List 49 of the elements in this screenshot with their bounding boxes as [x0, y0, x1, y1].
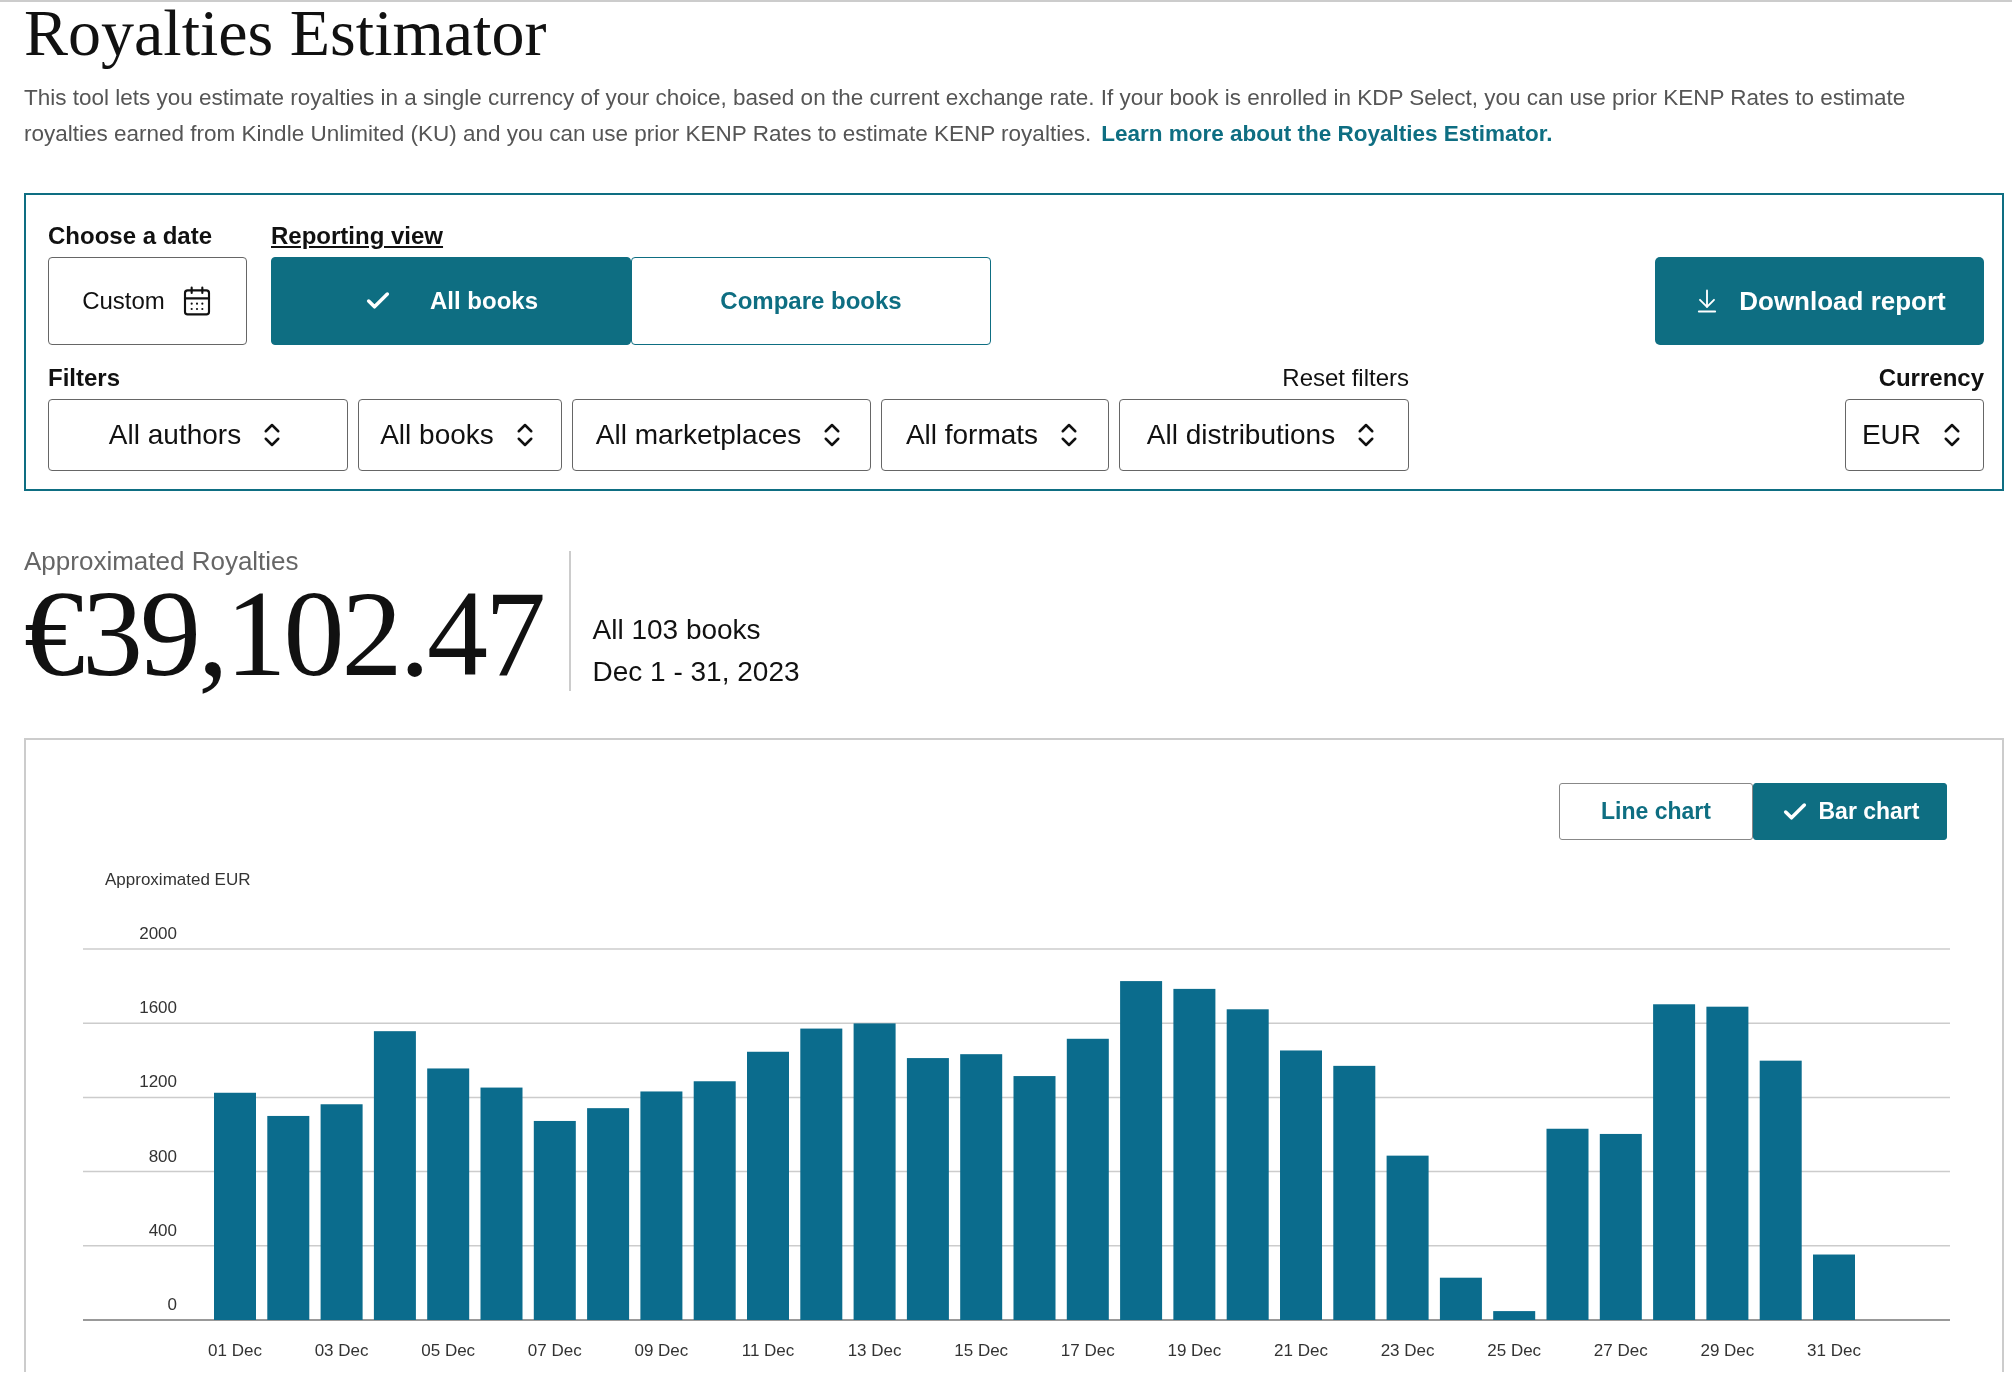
axis-tick-label: 19 Dec	[1167, 1341, 1222, 1360]
axis-tick-label: 01 Dec	[208, 1341, 262, 1360]
axis-tick-label: 800	[148, 1146, 177, 1166]
axis-tick-label: 05 Dec	[421, 1341, 476, 1360]
date-range: Dec 1 - 31, 2023	[592, 655, 800, 689]
date-label: Choose a date	[48, 221, 214, 251]
axis-tick-label: 31 Dec	[1807, 1341, 1861, 1360]
axis-tick-label: 21 Dec	[1274, 1341, 1328, 1360]
currency-dropdown[interactable]: EUR	[1845, 399, 1984, 471]
axis-tick-label: 03 Dec	[314, 1341, 369, 1360]
axis-tick-label: 13 Dec	[847, 1341, 902, 1360]
axis-tick-label: 0	[167, 1295, 177, 1314]
chart-type-toggle[interactable]: Bar chart	[1753, 783, 1947, 840]
axis-tick-label: 27 Dec	[1593, 1341, 1648, 1360]
axis-tick-label: 09 Dec	[634, 1341, 689, 1360]
axis-tick-label: 29 Dec	[1700, 1341, 1755, 1360]
bar	[1493, 1311, 1536, 1320]
filter-dropdown[interactable]: All books	[358, 399, 562, 471]
description-text: This tool lets you estimate royalties in a single currency of your choice, based on the current exchange rate. If your book is enrolled in KDP Select, you can use prior KENP Rates to estimate royalties earned from Kindle Unlimited (KU) and you can use prior KENP Rates to estimate KENP royalties. Learn more about the Royalties Estimator.	[24, 84, 1907, 148]
axis-tick-label: 1600	[139, 998, 177, 1018]
axis-title: Approximated EUR	[105, 870, 251, 889]
reporting-view-label[interactable]: Reporting view	[271, 221, 991, 251]
reset-filters-link[interactable]: Reset filters	[1282, 363, 1409, 393]
axis-tick-label: 07 Dec	[527, 1341, 582, 1360]
page-title: Royalties Estimator	[24, 2, 548, 71]
filters-label: Filters	[48, 363, 121, 393]
learn-more-link[interactable]: Learn more about the Royalties Estimator.	[1101, 121, 1553, 146]
axis-tick-label: 2000	[139, 924, 177, 943]
axis-tick-label: 1200	[139, 1072, 177, 1092]
filter-dropdown[interactable]: All formats	[881, 399, 1109, 471]
axis-tick-label: 400	[148, 1220, 177, 1240]
chart-type-toggle[interactable]: Line chart	[1559, 783, 1753, 840]
axis-tick-label: 17 Dec	[1060, 1341, 1115, 1360]
filter-dropdown[interactable]: All marketplaces	[572, 399, 871, 471]
view-tab[interactable]: All books	[271, 257, 631, 345]
summary-label: Approximated Royalties	[24, 545, 300, 577]
axis-tick-label: 15 Dec	[954, 1341, 1009, 1360]
download-button[interactable]: Download report	[1655, 257, 1984, 345]
books-count: All 103 books	[592, 613, 762, 647]
filter-dropdown[interactable]: All authors	[48, 399, 348, 471]
filter-dropdown[interactable]: All distributions	[1119, 399, 1409, 471]
date-picker-button[interactable]: Custom	[48, 257, 247, 345]
bar	[1439, 1277, 1482, 1320]
view-tab[interactable]: Compare books	[631, 257, 991, 345]
axis-tick-label: 25 Dec	[1487, 1341, 1542, 1360]
bar	[1813, 1254, 1855, 1320]
currency-label: Currency	[1878, 363, 1984, 393]
axis-tick-label: 11 Dec	[741, 1341, 795, 1360]
axis-tick-label: 23 Dec	[1380, 1341, 1435, 1360]
